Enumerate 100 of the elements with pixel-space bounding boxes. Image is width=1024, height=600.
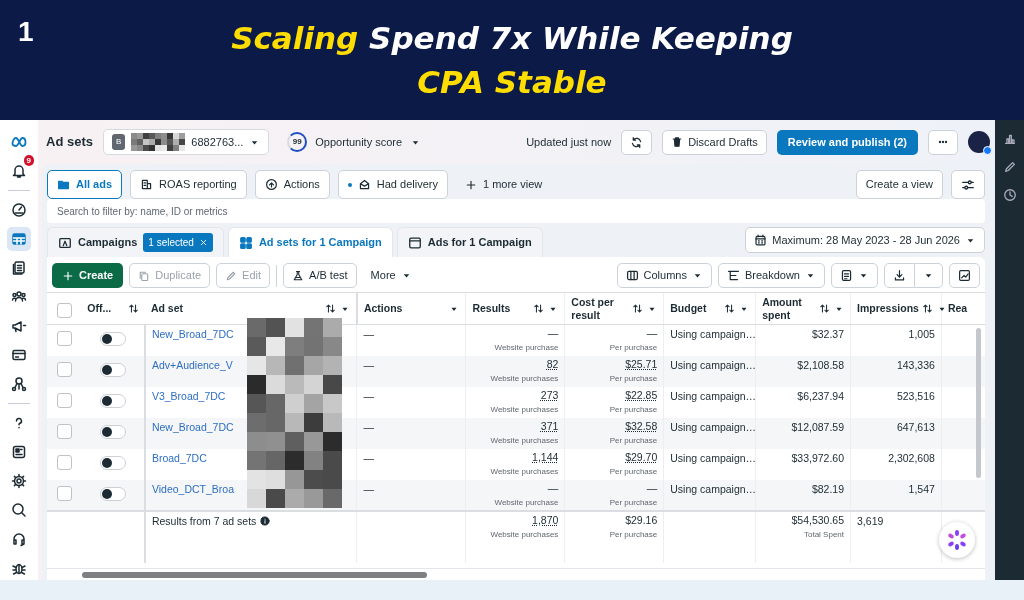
settings-icon[interactable] <box>11 473 27 489</box>
create-view-button[interactable]: Create a view <box>855 170 943 199</box>
sort-icon[interactable] <box>819 303 831 314</box>
level-tab[interactable]: Ads for 1 Campaign <box>396 227 543 257</box>
table-cell: Using campaign… <box>670 358 757 371</box>
ad-set-link[interactable]: V3_Broad_7DC <box>151 389 226 402</box>
results-total[interactable]: 1,870 <box>472 513 559 527</box>
bell-icon[interactable] <box>11 163 27 179</box>
ad-set-link[interactable]: Video_DCT_Broa <box>151 482 234 495</box>
selection-label: 1 selected <box>148 236 194 250</box>
newspaper-icon[interactable] <box>11 444 27 460</box>
ab-test-button[interactable]: A/B test <box>283 263 357 288</box>
export-button[interactable] <box>884 263 915 288</box>
sort-icon[interactable] <box>921 303 933 314</box>
level-tab[interactable]: Campaigns 1 selected <box>47 227 224 257</box>
columns-button[interactable]: Columns <box>616 263 712 288</box>
sort-icon[interactable] <box>533 303 545 314</box>
row-checkbox[interactable] <box>56 485 72 501</box>
chart-button[interactable] <box>949 263 980 288</box>
account-dropdown[interactable]: B 6882763... <box>102 129 270 155</box>
discard-drafts-button[interactable]: Discard Drafts <box>662 129 767 155</box>
column-header[interactable]: Actions <box>363 302 403 315</box>
flask-icon <box>292 269 305 282</box>
pencil-icon[interactable] <box>1002 160 1017 174</box>
report-menu-button[interactable] <box>831 263 878 288</box>
horizontal-scrollbar[interactable] <box>82 572 427 578</box>
ad-set-link[interactable]: Adv+Audience_V <box>151 358 233 371</box>
unit-label: Per purchase <box>608 465 658 477</box>
info-icon <box>260 516 271 527</box>
column-header[interactable]: Results <box>472 302 511 315</box>
sort-icon[interactable] <box>632 303 644 314</box>
publish-button[interactable]: Review and publish (2) <box>776 129 918 155</box>
dashboard-icon <box>11 202 27 218</box>
megaphone-icon <box>11 318 27 334</box>
date-range-button[interactable]: Maximum: 28 May 2023 - 28 Jun 2026 <box>745 227 985 253</box>
search-field[interactable]: Search to filter by: name, ID or metrics <box>47 199 985 223</box>
row-checkbox[interactable] <box>56 392 72 408</box>
headset-icon[interactable] <box>11 531 27 547</box>
view-tab[interactable]: ROAS reporting <box>130 170 247 199</box>
cost-value[interactable]: $32.58 <box>571 419 658 433</box>
sort-icon[interactable] <box>127 303 139 314</box>
column-header[interactable]: Off... <box>87 302 112 315</box>
toggle-switch[interactable] <box>99 455 126 470</box>
bar-chart-icon[interactable] <box>1002 132 1017 146</box>
sort-icon[interactable] <box>324 303 336 314</box>
row-checkbox[interactable] <box>56 454 72 470</box>
toggle-switch[interactable] <box>99 362 126 377</box>
close-icon[interactable] <box>198 238 208 247</box>
opportunity-score-dropdown[interactable]: Opportunity score <box>315 133 403 151</box>
row-checkbox[interactable] <box>56 331 72 346</box>
unit-label: Website purchases <box>489 465 559 477</box>
header-checkbox[interactable] <box>56 303 72 318</box>
logo-icon[interactable] <box>11 134 27 150</box>
score-badge: 99 <box>287 132 308 152</box>
pages-icon <box>11 260 27 276</box>
table-cell: $82.19 <box>811 482 845 495</box>
toggle-switch[interactable] <box>99 393 126 408</box>
table-cell: Using campaign… <box>670 420 757 433</box>
vertical-scrollbar[interactable] <box>976 328 981 478</box>
table-cell: 1,005 <box>908 328 935 340</box>
petals-icon <box>946 529 968 551</box>
ad-set-link[interactable]: New_Broad_7DC <box>151 420 234 433</box>
cost-value[interactable]: $25.71 <box>571 357 658 371</box>
results-value[interactable]: 82 <box>472 357 559 371</box>
results-value[interactable]: 371 <box>472 419 559 433</box>
results-value: — <box>546 327 559 340</box>
search-icon[interactable] <box>11 502 27 518</box>
refresh-button[interactable] <box>621 129 653 155</box>
ad-set-link[interactable]: Broad_7DC <box>151 451 207 464</box>
envelope-icon <box>357 178 371 191</box>
cost-value[interactable]: $29.70 <box>571 450 658 464</box>
cost-value: — <box>645 481 658 495</box>
row-checkbox[interactable] <box>56 423 72 439</box>
toggle-switch[interactable] <box>99 486 126 501</box>
column-header[interactable]: Ad set <box>150 302 183 315</box>
level-tab[interactable]: Ad sets for 1 Campaign <box>227 227 393 257</box>
results-value[interactable]: 1,144 <box>472 450 559 464</box>
unit-label: Total Spent <box>803 528 845 540</box>
clock-icon[interactable] <box>1002 188 1017 202</box>
avatar[interactable] <box>968 131 990 153</box>
campaign-icon <box>58 235 72 250</box>
column-header[interactable]: Rea <box>947 302 968 315</box>
view-tab[interactable]: Actions <box>254 170 330 199</box>
view-tab[interactable]: All ads <box>47 170 123 199</box>
create-button[interactable]: Create <box>52 263 124 288</box>
filter-settings-button[interactable] <box>951 170 985 199</box>
view-tab[interactable]: Had delivery <box>337 170 448 199</box>
table-cell: 647,613 <box>896 420 935 433</box>
toggle-switch[interactable] <box>99 424 126 439</box>
toggle-switch[interactable] <box>99 332 126 346</box>
cost-value[interactable]: $22.85 <box>571 388 658 402</box>
more-views-button[interactable]: 1 more view <box>455 170 552 199</box>
row-checkbox[interactable] <box>56 361 72 377</box>
assistant-button[interactable] <box>939 522 975 558</box>
breakdown-button[interactable]: Breakdown <box>717 263 825 288</box>
column-header[interactable]: Budget <box>670 302 707 315</box>
results-value[interactable]: 273 <box>472 388 559 402</box>
ad-set-link[interactable]: New_Broad_7DC <box>151 328 234 340</box>
table-cell: 523,516 <box>896 389 935 402</box>
sort-icon[interactable] <box>724 303 736 314</box>
